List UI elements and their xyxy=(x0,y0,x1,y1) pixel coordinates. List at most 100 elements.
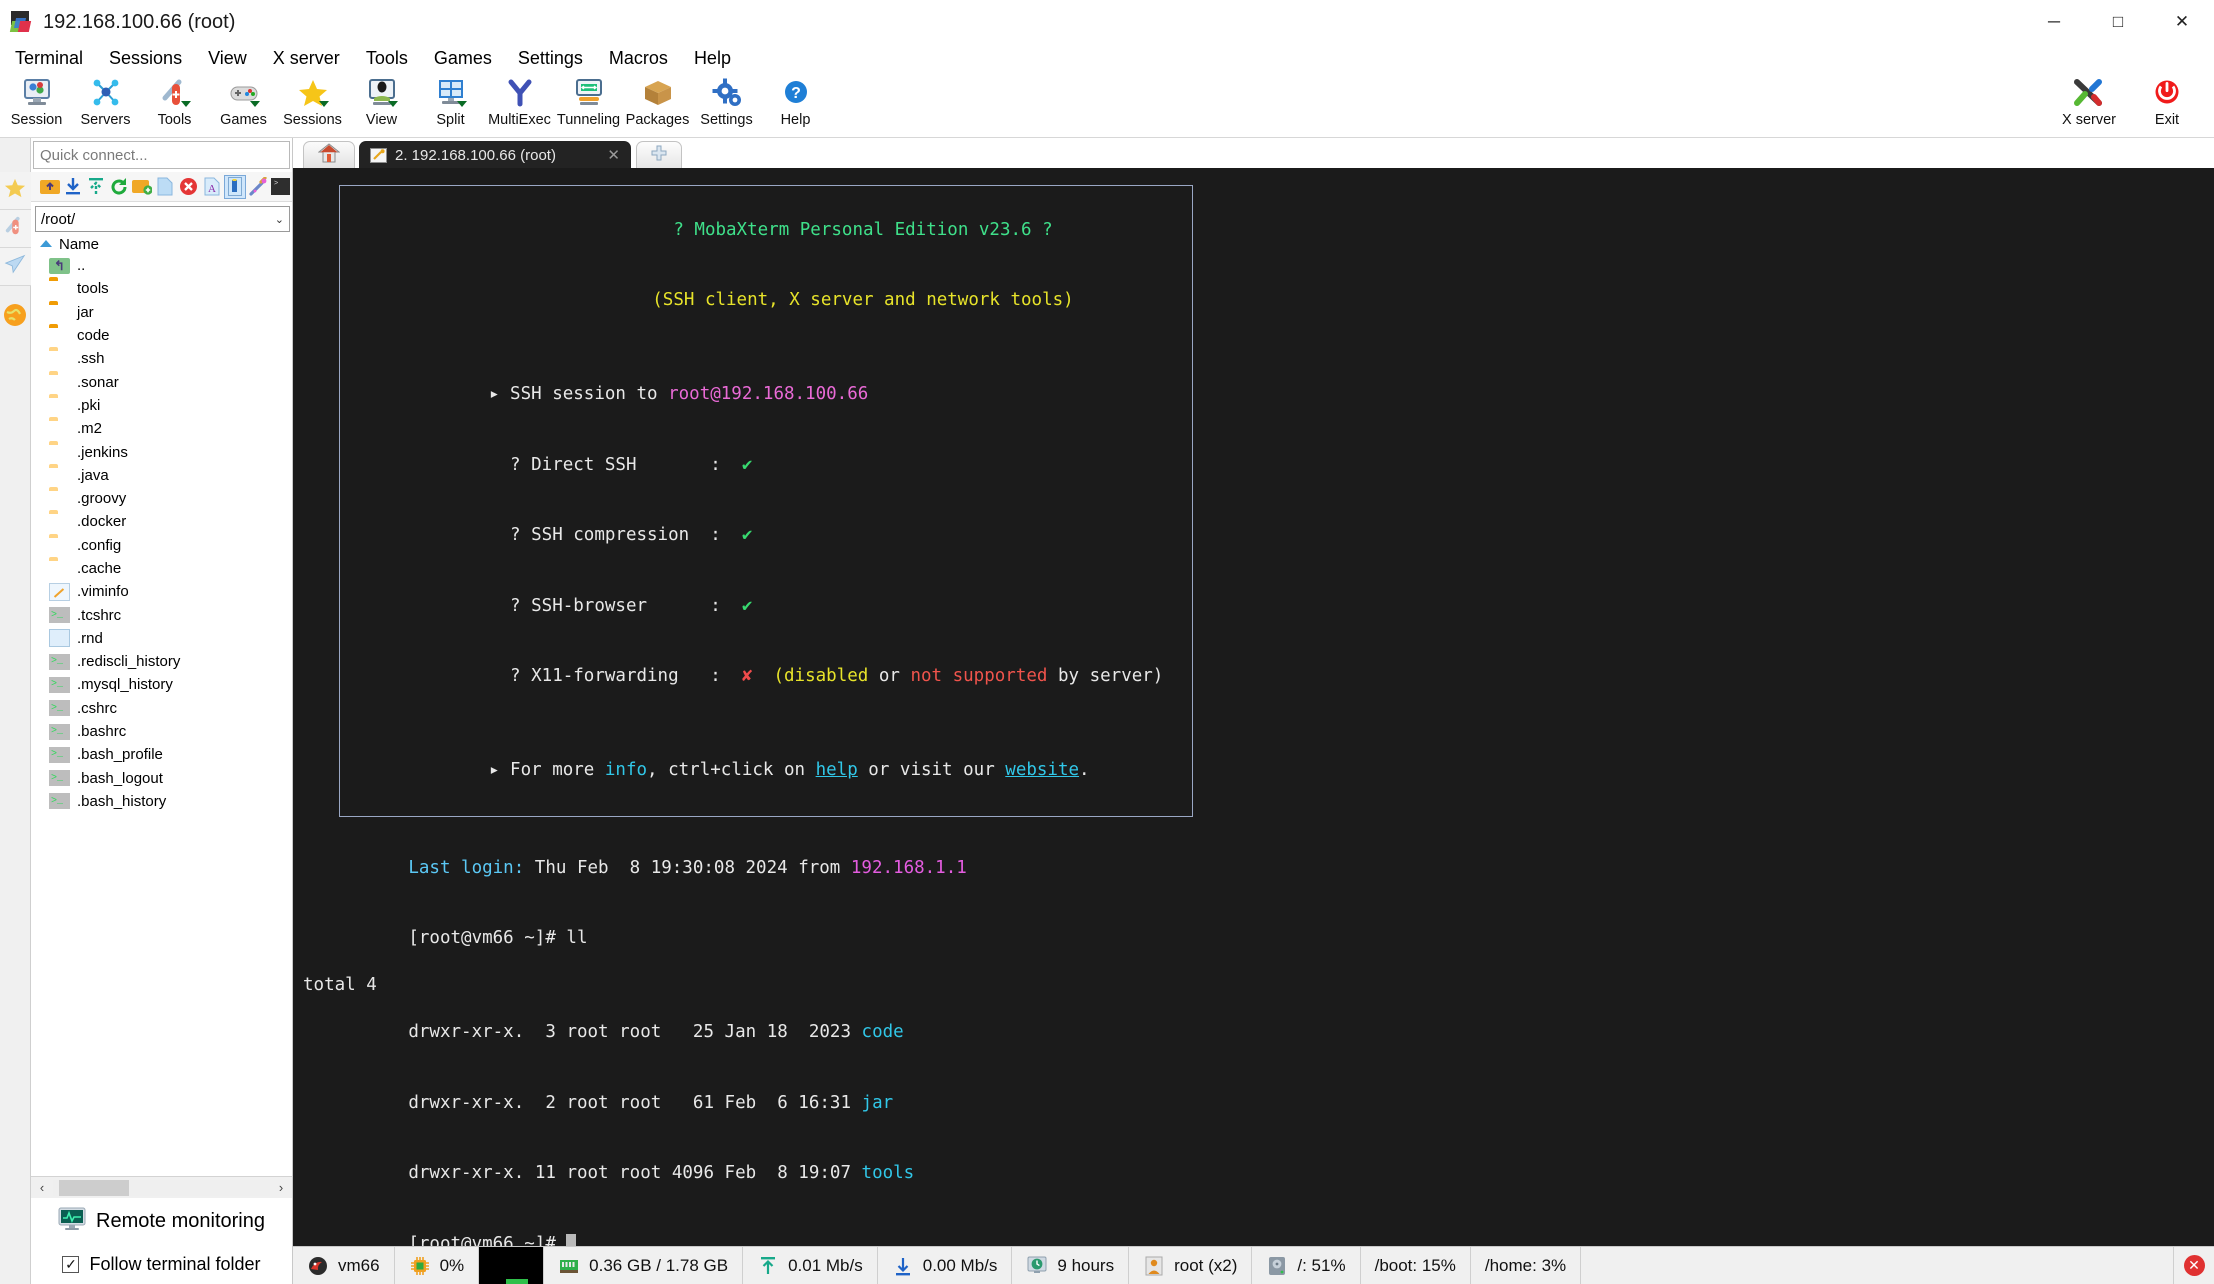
toolbar-packages-button[interactable]: Packages xyxy=(623,74,692,128)
toolbar-games-button[interactable]: Games xyxy=(209,74,278,128)
chevron-down-icon[interactable]: ⌄ xyxy=(275,213,284,226)
file-list-item[interactable]: .java xyxy=(49,464,292,487)
new-folder-icon[interactable] xyxy=(131,175,153,199)
file-list-item[interactable]: tools xyxy=(49,277,292,300)
new-file-icon[interactable] xyxy=(154,175,176,199)
menu-macros[interactable]: Macros xyxy=(596,46,681,71)
scrollbar-thumb[interactable] xyxy=(59,1179,129,1196)
file-list-item[interactable]: .docker xyxy=(49,510,292,533)
horizontal-scrollbar[interactable]: ‹ › xyxy=(31,1176,292,1198)
follow-terminal-folder-checkbox[interactable]: ✓ xyxy=(62,1255,80,1273)
file-list-item[interactable]: .jenkins xyxy=(49,440,292,463)
status-disk-home[interactable]: /home: 3% xyxy=(1471,1247,1582,1284)
file-list-item[interactable]: >_ .cshrc xyxy=(49,697,292,720)
tab-ssh-session[interactable]: 2. 192.168.100.66 (root) ✕ xyxy=(359,141,631,168)
file-list-item[interactable]: .groovy xyxy=(49,487,292,510)
minimize-button[interactable]: ─ xyxy=(2022,0,2086,44)
file-list-item[interactable]: >_ .rediscli_history xyxy=(49,650,292,673)
status-cpu-graph[interactable] xyxy=(479,1247,545,1284)
close-session-button[interactable]: ✕ xyxy=(2174,1247,2214,1284)
file-list-item[interactable]: code xyxy=(49,324,292,347)
toolbar-help-button[interactable]: ? Help xyxy=(761,74,830,128)
scrollbar-track[interactable] xyxy=(53,1179,270,1196)
status-memory[interactable]: 0.36 GB / 1.78 GB xyxy=(544,1247,744,1284)
file-list-item[interactable]: >_ .mysql_history xyxy=(49,673,292,696)
status-cpu[interactable]: 0% xyxy=(395,1247,480,1284)
terminal-icon[interactable]: > xyxy=(270,175,292,199)
footer-help-link[interactable]: help xyxy=(816,760,858,780)
toolbar-split-button[interactable]: Split xyxy=(416,74,485,128)
magic-wand-icon[interactable] xyxy=(247,175,269,199)
status-users[interactable]: root (x2) xyxy=(1129,1247,1253,1284)
listing-name[interactable]: code xyxy=(862,1022,904,1042)
file-list-item[interactable]: .viminfo xyxy=(49,580,292,603)
footer-website-link[interactable]: website xyxy=(1005,760,1079,780)
folder-up-icon[interactable] xyxy=(39,175,61,199)
status-disk-root[interactable]: /: 51% xyxy=(1252,1247,1361,1284)
toolbar-xserver-button[interactable]: X server xyxy=(2050,74,2128,128)
file-list-item[interactable]: .rnd xyxy=(49,627,292,650)
status-download[interactable]: 0.00 Mb/s xyxy=(878,1247,1013,1284)
toolbar-session-button[interactable]: Session xyxy=(2,74,71,128)
file-list-item[interactable]: >_ .bash_profile xyxy=(49,743,292,766)
tab-close-icon[interactable]: ✕ xyxy=(593,146,620,164)
text-mode-icon[interactable]: A xyxy=(201,175,223,199)
file-list-item[interactable]: >_ .bash_logout xyxy=(49,767,292,790)
status-uptime[interactable]: 9 hours xyxy=(1012,1247,1130,1284)
file-list-item[interactable]: jar xyxy=(49,301,292,324)
terminal-output[interactable]: ? MobaXterm Personal Edition v23.6 ? (SS… xyxy=(293,168,2214,1246)
rail-tools-button[interactable] xyxy=(0,210,31,248)
maximize-button[interactable]: □ xyxy=(2086,0,2150,44)
file-list-item[interactable]: ↰.. xyxy=(49,254,292,277)
file-list-item[interactable]: .m2 xyxy=(49,417,292,440)
menu-tools[interactable]: Tools xyxy=(353,46,421,71)
upload-icon[interactable] xyxy=(85,175,107,199)
toolbar-tools-button[interactable]: Tools xyxy=(140,74,209,128)
file-list-item[interactable]: .cache xyxy=(49,557,292,580)
menu-games[interactable]: Games xyxy=(421,46,505,71)
close-button[interactable]: ✕ xyxy=(2150,0,2214,44)
rail-sftp-button[interactable] xyxy=(0,248,31,286)
file-list-item[interactable]: .sonar xyxy=(49,370,292,393)
download-icon[interactable] xyxy=(62,175,84,199)
file-list-header[interactable]: Name xyxy=(31,234,292,254)
file-list-item[interactable]: >_ .bash_history xyxy=(49,790,292,813)
rail-globe-button[interactable] xyxy=(0,298,31,336)
menu-settings[interactable]: Settings xyxy=(505,46,596,71)
file-list-item[interactable]: >_ .tcshrc xyxy=(49,603,292,626)
menu-terminal[interactable]: Terminal xyxy=(2,46,96,71)
toolbar-multiexec-button[interactable]: MultiExec xyxy=(485,74,554,128)
file-list-item[interactable]: .config xyxy=(49,534,292,557)
status-disk-boot[interactable]: /boot: 15% xyxy=(1361,1247,1471,1284)
file-list-item[interactable]: .pki xyxy=(49,394,292,417)
toolbar-servers-button[interactable]: Servers xyxy=(71,74,140,128)
status-host[interactable]: vm66 xyxy=(293,1247,395,1284)
file-list-item[interactable]: >_ .bashrc xyxy=(49,720,292,743)
path-bar[interactable]: /root/ ⌄ xyxy=(35,206,290,232)
toolbar-tunneling-button[interactable]: Tunneling xyxy=(554,74,623,128)
toolbar-view-button[interactable]: View xyxy=(347,74,416,128)
file-list[interactable]: ↰.. tools jar code .ssh .sonar .pki .m2 .jenkins… xyxy=(31,254,292,1176)
follow-terminal-folder-row[interactable]: ✓ Follow terminal folder xyxy=(31,1244,292,1284)
listing-name[interactable]: jar xyxy=(862,1093,894,1113)
remote-monitoring-button[interactable]: Remote monitoring xyxy=(31,1198,292,1244)
new-tab-button[interactable] xyxy=(636,141,682,168)
binary-mode-icon[interactable] xyxy=(223,174,246,199)
tab-home[interactable] xyxy=(303,141,355,168)
quick-connect-input[interactable]: Quick connect... xyxy=(33,141,290,169)
refresh-icon[interactable] xyxy=(108,175,130,199)
toolbar-sessions-button[interactable]: Sessions xyxy=(278,74,347,128)
menu-sessions[interactable]: Sessions xyxy=(96,46,195,71)
toolbar-exit-button[interactable]: Exit xyxy=(2128,74,2206,128)
menu-x-server[interactable]: X server xyxy=(260,46,353,71)
scroll-right-arrow[interactable]: › xyxy=(270,1180,292,1195)
menu-help[interactable]: Help xyxy=(681,46,744,71)
listing-name[interactable]: tools xyxy=(862,1163,915,1183)
delete-icon[interactable] xyxy=(177,175,199,199)
status-upload[interactable]: 0.01 Mb/s xyxy=(743,1247,878,1284)
toolbar-settings-button[interactable]: Settings xyxy=(692,74,761,128)
file-list-item[interactable]: .ssh xyxy=(49,347,292,370)
footer-info-link[interactable]: info xyxy=(605,760,647,780)
rail-favorites-button[interactable] xyxy=(0,172,31,210)
scroll-left-arrow[interactable]: ‹ xyxy=(31,1180,53,1195)
